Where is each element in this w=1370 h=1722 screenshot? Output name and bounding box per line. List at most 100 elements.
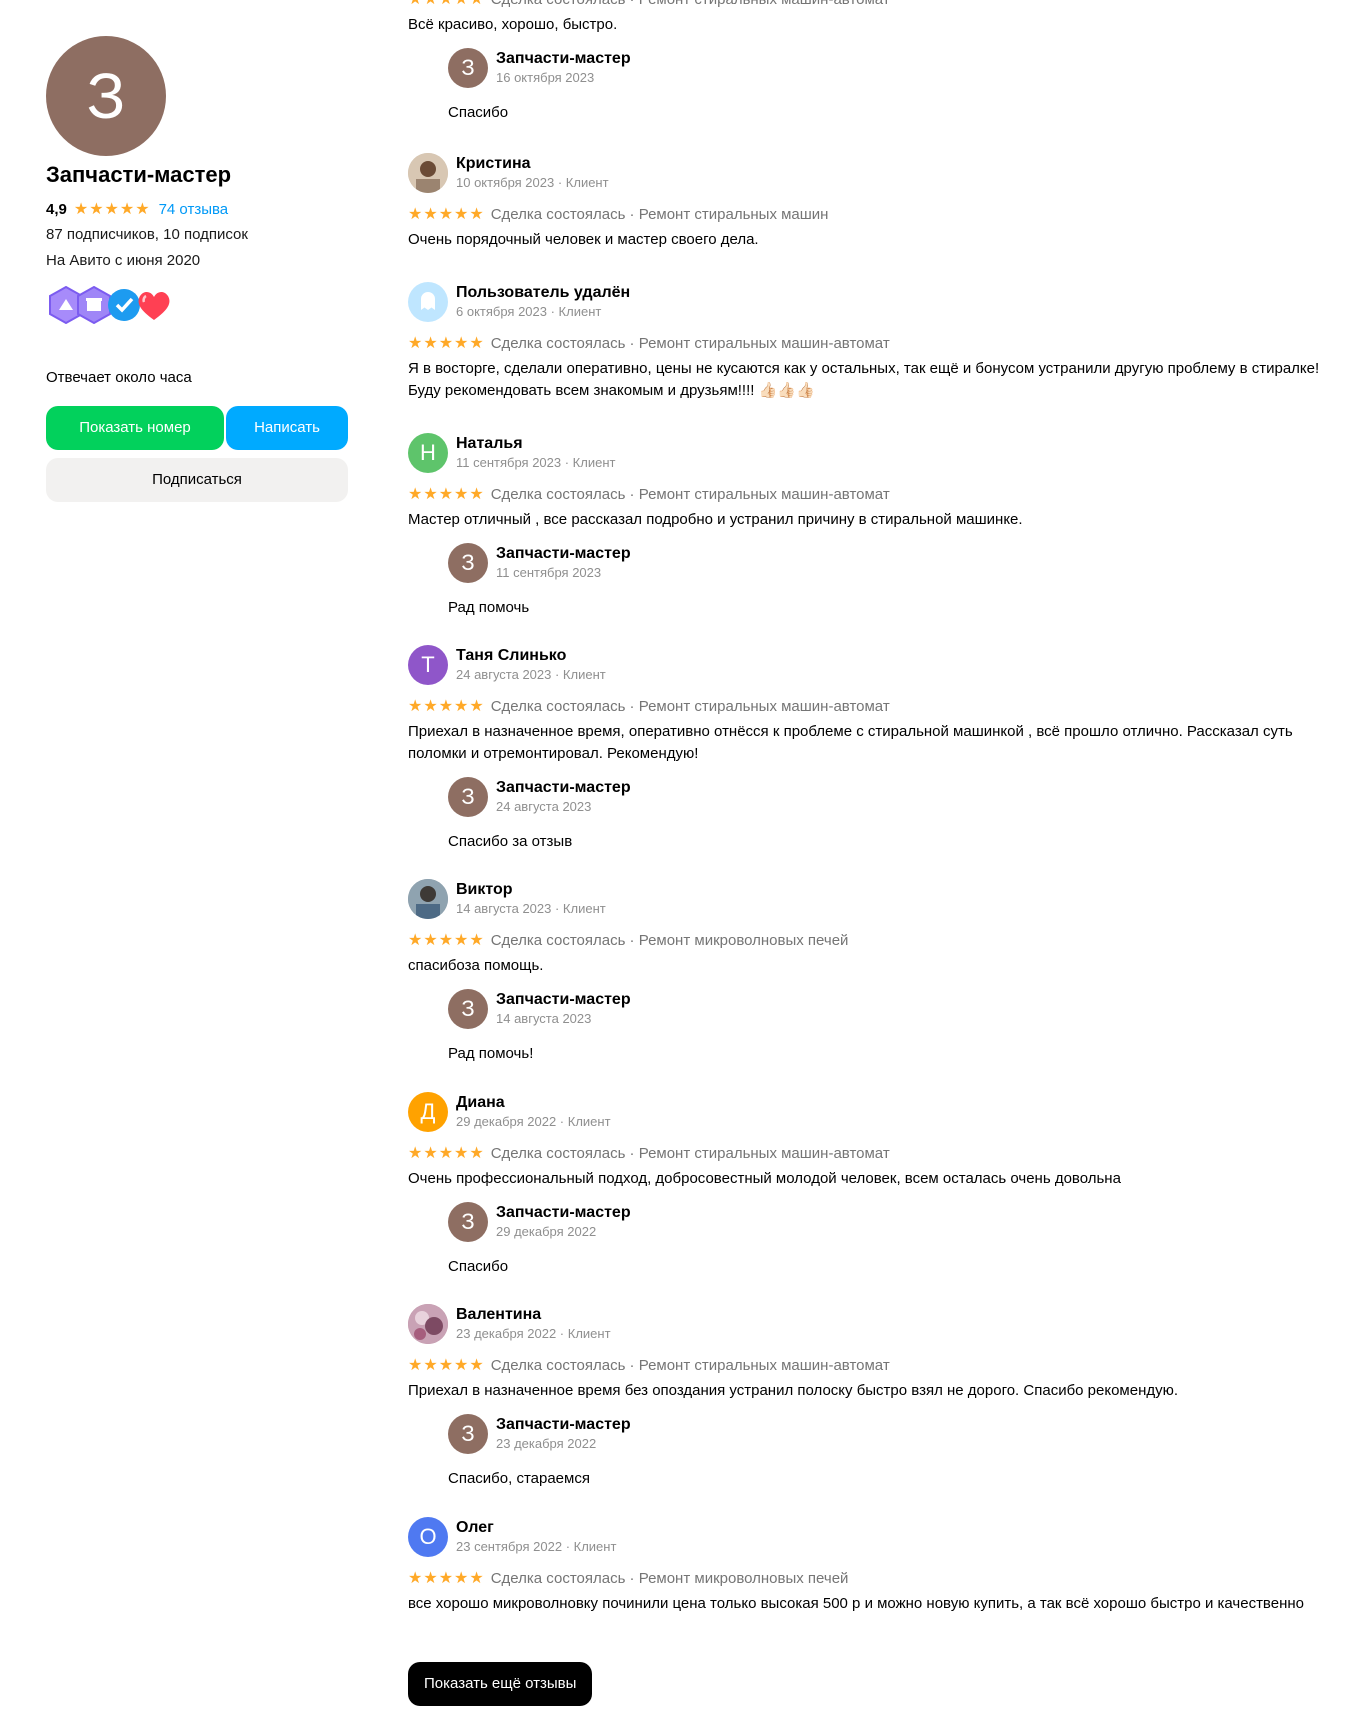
review-date: 14 августа 2023 · Клиент [456,901,606,916]
reply-date: 24 августа 2023 [496,799,592,814]
review-deal-info: Сделка состоялась · Ремонт стиральных ма… [490,1145,890,1162]
review-stars: ★★★★★ [408,698,485,715]
review-text: все хорошо микроволновку починили цена т… [408,1595,1304,1612]
review-deal-info: Сделка состоялась · Ремонт стиральных ма… [490,486,890,503]
review-text: Очень порядочный человек и мастер своего… [408,231,759,248]
followers-text[interactable]: 87 подписчиков, 10 подписок [46,226,248,243]
seller-reply-avatar: З [448,1202,488,1242]
avatar[interactable]: З [46,36,166,156]
seller-reply: З Запчасти-мастер 23 декабря 2022 Спасиб… [448,1414,1330,1490]
review-date: 24 августа 2023 · Клиент [456,667,606,682]
review-item: Валентина 23 декабря 2022 · Клиент ★★★★★… [408,1304,1330,1490]
review-text: Очень профессиональный подход, добросове… [408,1170,1121,1187]
rating-row: 4,9 ★★★★★ 74 отзыва [46,199,228,219]
review-deal-info: Сделка состоялась · Ремонт стиральных ма… [490,335,890,352]
reviewer-avatar[interactable]: Д [408,1092,448,1132]
review-meta: ★★★★★ Сделка состоялась · Ремонт стираль… [408,1354,1330,1378]
rating-stars: ★★★★★ [73,201,151,218]
seller-reply: З Запчасти-мастер 14 августа 2023 Рад по… [448,989,1330,1065]
reply-date: 14 августа 2023 [496,1011,592,1026]
seller-reply: З Запчасти-мастер 11 сентября 2023 Рад п… [448,543,1330,619]
reviewer-name[interactable]: Кристина [456,155,531,173]
reply-author: Запчасти-мастер [496,779,631,796]
review-text: Всё красиво, хорошо, быстро. [408,16,618,33]
seller-reply: З Запчасти-мастер 29 декабря 2022 Спасиб… [448,1202,1330,1278]
seller-reply-avatar: З [448,48,488,88]
review-meta: ★★★★★ Сделка состоялась · Ремонт микрово… [408,929,1330,953]
seller-reply-avatar: З [448,1414,488,1454]
reply-text: Спасибо за отзыв [448,833,573,850]
ghost-icon [408,282,448,322]
review-date: 10 октября 2023 · Клиент [456,175,609,190]
review-stars: ★★★★★ [408,335,485,352]
subscribe-button[interactable]: Подписаться [46,458,348,502]
review-item: Пользователь удалён 6 октября 2023 · Кли… [408,282,1330,402]
review-item: Н Наталья 11 сентября 2023 · Клиент ★★★★… [408,433,1330,619]
reviewer-avatar[interactable]: О [408,1517,448,1557]
seller-name[interactable]: Запчасти-мастер [46,162,231,188]
review-meta: ★★★★★ Сделка состоялась · Ремонт стираль… [408,0,1330,12]
review-deal-info: Сделка состоялась · Ремонт микроволновых… [490,932,849,949]
response-time: Отвечает около часа [46,369,192,386]
member-since: На Авито с июня 2020 [46,252,201,269]
seller-reply: З Запчасти-мастер 24 августа 2023 Спасиб… [448,777,1330,853]
reviewer-name[interactable]: Олег [456,1519,494,1537]
reply-author: Запчасти-мастер [496,991,631,1008]
reviewer-avatar[interactable] [408,153,448,193]
review-meta: ★★★★★ Сделка состоялась · Ремонт стираль… [408,203,1330,227]
reviewer-avatar[interactable] [408,1304,448,1344]
reviewer-avatar[interactable] [408,879,448,919]
review-date: 6 октября 2023 · Клиент [456,304,602,319]
review-text: Приехал в назначенное время без опоздани… [408,1382,1179,1399]
review-stars: ★★★★★ [408,486,485,503]
heart-badge-icon[interactable] [134,286,174,324]
review-meta: ★★★★★ Сделка состоялась · Ремонт микрово… [408,1567,1330,1591]
review-item: Т Таня Слинько 24 августа 2023 · Клиент … [408,645,1330,853]
reviews-count-link[interactable]: 74 отзыва [159,201,229,218]
rating-value: 4,9 [46,200,67,218]
review-text: спасибоза помощь. [408,957,544,974]
review-stars: ★★★★★ [408,932,485,949]
review-item: Д Диана 29 декабря 2022 · Клиент ★★★★★ С… [408,1092,1330,1278]
reply-date: 16 октября 2023 [496,70,595,85]
show-more-reviews-button[interactable]: Показать ещё отзывы [408,1662,593,1706]
seller-reply-avatar: З [448,543,488,583]
review-meta: ★★★★★ Сделка состоялась · Ремонт стираль… [408,332,1330,356]
review-meta: ★★★★★ Сделка состоялась · Ремонт стираль… [408,695,1330,719]
reviewer-name[interactable]: Диана [456,1094,505,1112]
review-stars: ★★★★★ [408,1570,485,1587]
reply-date: 11 сентября 2023 [496,565,602,580]
reply-text: Рад помочь! [448,1045,534,1062]
review-deal-info: Сделка состоялась · Ремонт стиральных ма… [490,698,890,715]
reviewer-name[interactable]: Виктор [456,881,513,899]
review-text: Мастер отличный , все рассказал подробно… [408,511,1023,528]
reviewer-name[interactable]: Валентина [456,1306,541,1324]
review-meta: ★★★★★ Сделка состоялась · Ремонт стираль… [408,483,1330,507]
reply-author: Запчасти-мастер [496,1204,631,1221]
reply-text: Спасибо [448,104,509,121]
review-date: 23 сентября 2022 · Клиент [456,1539,617,1554]
reply-text: Спасибо [448,1258,509,1275]
review-meta: ★★★★★ Сделка состоялась · Ремонт стираль… [408,1142,1330,1166]
review-stars: ★★★★★ [408,0,485,12]
review-item: Виктор 14 августа 2023 · Клиент ★★★★★ Сд… [408,879,1330,1065]
review-text: Я в восторге, сделали оперативно, цены н… [408,360,1320,399]
reviewer-name[interactable]: Наталья [456,435,523,453]
reviewer-avatar[interactable]: Т [408,645,448,685]
review-item: ★★★★★ Сделка состоялась · Ремонт стираль… [408,0,1330,124]
review-text: Приехал в назначенное время, оперативно … [408,723,1293,762]
review-stars: ★★★★★ [408,1145,485,1162]
reviewer-name[interactable]: Таня Слинько [456,647,566,665]
write-message-button[interactable]: Написать [226,406,348,450]
show-phone-button[interactable]: Показать номер [46,406,224,450]
review-item: О Олег 23 сентября 2022 · Клиент ★★★★★ С… [408,1517,1330,1615]
badges-row[interactable] [48,286,178,326]
review-item: Кристина 10 октября 2023 · Клиент ★★★★★ … [408,153,1330,251]
seller-reply-avatar: З [448,777,488,817]
seller-reply-avatar: З [448,989,488,1029]
reply-text: Рад помочь [448,599,530,616]
reply-date: 29 декабря 2022 [496,1224,597,1239]
review-stars: ★★★★★ [408,1357,485,1374]
reviewer-avatar[interactable]: Н [408,433,448,473]
seller-reply: З Запчасти-мастер 16 октября 2023 Спасиб… [448,48,1330,124]
